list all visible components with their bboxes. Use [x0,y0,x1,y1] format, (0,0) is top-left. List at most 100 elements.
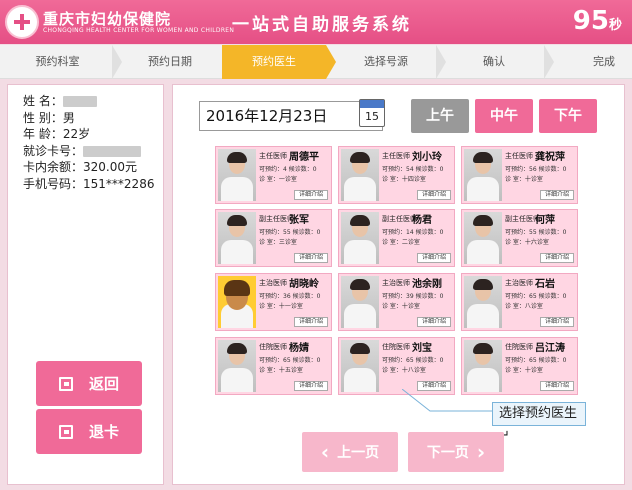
doctor-card[interactable]: 副主任医师 杨君 可预约：14 候诊数：0 诊 室：二诊室 详细介绍 [338,209,455,267]
bookable-value: 14 [406,229,414,236]
doctor-title: 主治医师 [259,279,287,287]
card-label: 就诊卡号： [23,143,84,158]
room-label: 诊 室： [505,239,525,246]
doctor-name: 吕江涛 [535,343,565,354]
doctor-title: 住院医师 [382,343,410,351]
doctor-card[interactable]: 主任医师 龚祝萍 可预约：56 候诊数：0 诊 室：十诊室 详细介绍 [461,146,578,204]
doctor-card[interactable]: 主治医师 池余刚 可预约：39 候诊数：0 诊 室：十诊室 详细介绍 [338,273,455,331]
booked-value: 0 [439,357,444,364]
booked-label: 候诊数： [292,229,317,236]
back-button[interactable]: 返回 [36,361,142,406]
doctor-card[interactable]: 副主任医师 何萍 可预约：55 候诊数：0 诊 室：十六诊室 详细介绍 [461,209,578,267]
slot-noon-button[interactable]: 中午 [475,99,533,133]
bookable-label: 可预约： [505,293,530,300]
bookable-label: 可预约： [259,166,284,173]
booked-value: 0 [562,293,567,300]
doctor-card[interactable]: 主任医师 刘小玲 可预约：54 候诊数：0 诊 室：十四诊室 详细介绍 [338,146,455,204]
doctor-photo [464,212,502,264]
step-confirm: 确认 [483,55,505,68]
doctor-card[interactable]: 主治医师 石岩 可预约：65 候诊数：0 诊 室：八诊室 详细介绍 [461,273,578,331]
slot-afternoon-button[interactable]: 下午 [539,99,597,133]
doctor-photo [464,340,502,392]
doctor-detail-button[interactable]: 详细介绍 [540,253,574,263]
booked-value: 0 [562,166,567,173]
system-title: 一站式自助服务系统 [232,15,412,35]
room-value: 十八诊室 [401,367,426,374]
doctor-counts: 可预约：56 候诊数：0 [505,164,566,173]
date-field[interactable]: 2016年12月23日 [199,101,383,131]
balance-label: 卡内余额： [23,160,84,174]
phone-value: 151***2286 [83,176,155,191]
doctor-room: 诊 室：十一诊室 [259,301,303,310]
bookable-value: 54 [406,166,414,173]
booked-label: 候诊数： [538,229,563,236]
room-value: 十五诊室 [278,367,303,374]
hospital-name: 重庆市妇幼保健院 [43,10,172,28]
doctor-name: 刘宝 [412,343,432,354]
prev-page-button[interactable]: ‹ 上一页 [302,432,398,472]
bookable-label: 可预约： [259,293,284,300]
room-value: 十诊室 [524,367,543,374]
slot-morning-button[interactable]: 上午 [411,99,469,133]
step-done: 完成 [593,55,615,68]
exit-card-label: 退卡 [88,423,119,441]
booked-label: 候诊数： [415,229,440,236]
doctor-card[interactable]: 住院医师 刘宝 可预约：65 候诊数：0 诊 室：十八诊室 详细介绍 [338,337,455,395]
doctor-detail-button[interactable]: 详细介绍 [294,381,328,391]
doctor-title: 主治医师 [382,279,410,287]
exit-card-button[interactable]: 退卡 [36,409,142,454]
calendar-icon[interactable]: 15 [359,99,385,127]
booked-value: 0 [439,166,444,173]
calendar-day: 15 [365,110,379,123]
bookable-value: 65 [529,357,537,364]
doctor-photo [218,212,256,264]
booked-label: 候诊数： [538,293,563,300]
step-date: 预约日期 [148,55,192,68]
doctor-card[interactable]: 住院医师 杨婧 可预约：65 候诊数：0 诊 室：十五诊室 详细介绍 [215,337,332,395]
bookable-label: 可预约： [505,357,530,364]
booked-value: 0 [312,166,317,173]
doctor-counts: 可预约：55 候诊数：0 [505,227,566,236]
booked-value: 0 [562,357,567,364]
doctor-name: 张军 [289,215,309,226]
doctor-detail-button[interactable]: 详细介绍 [417,190,451,200]
prev-page-label: 上一页 [337,445,380,461]
doctor-detail-button[interactable]: 详细介绍 [294,317,328,327]
room-value: 一诊室 [278,176,297,183]
doctor-name: 龚祝萍 [535,152,565,163]
patient-card-row: 就诊卡号： [23,143,154,160]
doctor-photo [218,149,256,201]
doctor-counts: 可预约：39 候诊数：0 [382,291,443,300]
doctor-card[interactable]: 副主任医师 张军 可预约：55 候诊数：0 诊 室：三诊室 详细介绍 [215,209,332,267]
doctor-card[interactable]: 主任医师 周德平 可预约：4 候诊数：0 诊 室：一诊室 详细介绍 [215,146,332,204]
doctor-detail-button[interactable]: 详细介绍 [417,253,451,263]
doctor-card[interactable]: 主治医师 胡晓岭 可预约：36 候诊数：0 诊 室：十一诊室 详细介绍 [215,273,332,331]
room-value: 十一诊室 [278,303,303,310]
room-label: 诊 室： [382,176,402,183]
doctor-detail-button[interactable]: 详细介绍 [417,317,451,327]
room-label: 诊 室： [505,303,525,310]
bookable-value: 39 [406,293,414,300]
doctor-room: 诊 室：八诊室 [505,301,543,310]
doctor-room: 诊 室：三诊室 [259,237,297,246]
doctor-detail-button[interactable]: 详细介绍 [540,317,574,327]
doctor-detail-button[interactable]: 详细介绍 [540,190,574,200]
room-label: 诊 室： [382,367,402,374]
name-label: 姓 名： [23,94,63,108]
doctor-detail-button[interactable]: 详细介绍 [294,253,328,263]
next-page-button[interactable]: 下一页 › [408,432,504,472]
countdown-value: 95 [572,6,609,36]
room-value: 十四诊室 [401,176,426,183]
doctor-detail-button[interactable]: 详细介绍 [294,190,328,200]
doctor-counts: 可预约：65 候诊数：0 [505,291,566,300]
bookable-value: 65 [529,293,537,300]
doctor-detail-button[interactable]: 详细介绍 [540,381,574,391]
booked-label: 候诊数： [415,357,440,364]
booked-label: 候诊数： [292,293,317,300]
doctor-card[interactable]: 住院医师 吕江涛 可预约：65 候诊数：0 诊 室：十诊室 详细介绍 [461,337,578,395]
booked-value: 0 [562,229,567,236]
room-value: 十六诊室 [524,239,549,246]
room-label: 诊 室： [505,176,525,183]
booked-value: 0 [439,293,444,300]
hospital-en-name: CHONGQING HEALTH CENTER FOR WOMEN AND CH… [43,27,235,34]
